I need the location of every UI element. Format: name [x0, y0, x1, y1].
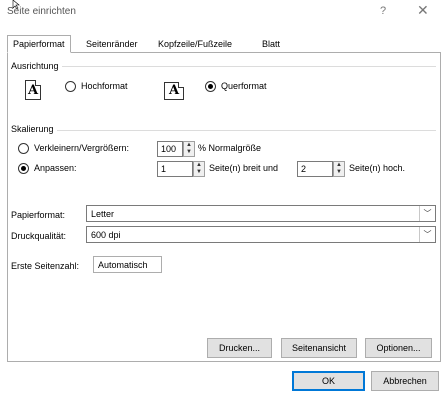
spin-up-icon[interactable]: ▲ [194, 162, 204, 169]
spin-down-icon[interactable]: ▼ [194, 169, 204, 176]
scaling-group-label: Skalierung [11, 124, 57, 134]
tab-seitenraender[interactable]: Seitenränder [81, 36, 143, 53]
print-quality-select[interactable]: 600 dpi ﹀ [86, 226, 436, 243]
spin-down-icon[interactable]: ▼ [334, 169, 344, 176]
spin-up-icon[interactable]: ▲ [184, 142, 194, 149]
fit-to-radio[interactable] [18, 163, 29, 174]
adjust-to-radio[interactable] [18, 143, 29, 154]
chevron-down-icon[interactable]: ﹀ [419, 227, 435, 242]
title-bar: Seite einrichten ? ✕ [0, 0, 447, 26]
print-quality-label: Druckqualität: [11, 231, 67, 241]
fit-to-label[interactable]: Anpassen: [34, 163, 77, 173]
adjust-to-label[interactable]: Verkleinern/Vergrößern: [34, 143, 129, 153]
first-page-number-input[interactable]: Automatisch [93, 256, 162, 273]
cancel-button[interactable]: Abbrechen [371, 371, 439, 391]
fit-tall-spinner[interactable]: ▲ ▼ [333, 161, 345, 177]
paper-size-value: Letter [91, 209, 115, 219]
print-button[interactable]: Drucken... [207, 338, 272, 358]
landscape-radio[interactable] [205, 81, 216, 92]
adjust-to-suffix: % Normalgröße [198, 143, 262, 153]
print-preview-button[interactable]: Seitenansicht [281, 338, 357, 358]
tab-blatt[interactable]: Blatt [257, 36, 285, 53]
group-divider [11, 130, 436, 131]
spin-up-icon[interactable]: ▲ [334, 162, 344, 169]
adjust-to-spinner[interactable]: ▲ ▼ [183, 141, 195, 157]
options-button[interactable]: Optionen... [365, 338, 432, 358]
portrait-label[interactable]: Hochformat [81, 81, 128, 91]
tab-panel: Ausrichtung A Hochformat A Querformat Sk… [7, 52, 441, 362]
first-page-number-label: Erste Seitenzahl: [11, 261, 80, 271]
landscape-label[interactable]: Querformat [221, 81, 267, 91]
adjust-to-input[interactable]: 100 [157, 141, 183, 157]
fit-wide-suffix: Seite(n) breit und [209, 163, 279, 173]
fit-tall-input[interactable]: 2 [297, 161, 333, 177]
fit-wide-input[interactable]: 1 [157, 161, 193, 177]
landscape-page-icon: A [164, 82, 184, 100]
portrait-radio[interactable] [65, 81, 76, 92]
help-button[interactable]: ? [380, 5, 386, 17]
paper-size-select[interactable]: Letter ﹀ [86, 205, 436, 222]
chevron-down-icon[interactable]: ﹀ [419, 206, 435, 221]
portrait-page-icon: A [25, 80, 41, 100]
close-icon[interactable]: ✕ [417, 3, 429, 17]
spin-down-icon[interactable]: ▼ [184, 149, 194, 156]
ok-button[interactable]: OK [292, 371, 365, 391]
fit-wide-spinner[interactable]: ▲ ▼ [193, 161, 205, 177]
dialog-title: Seite einrichten [7, 6, 76, 17]
tab-kopfzeile-fusszeile[interactable]: Kopfzeile/Fußzeile [153, 36, 237, 53]
orientation-group-label: Ausrichtung [11, 61, 62, 71]
group-divider [11, 66, 436, 67]
paper-size-label: Papierformat: [11, 210, 66, 220]
print-quality-value: 600 dpi [91, 230, 121, 240]
tab-papierformat[interactable]: Papierformat [7, 35, 71, 53]
fit-tall-suffix: Seite(n) hoch. [349, 163, 406, 173]
